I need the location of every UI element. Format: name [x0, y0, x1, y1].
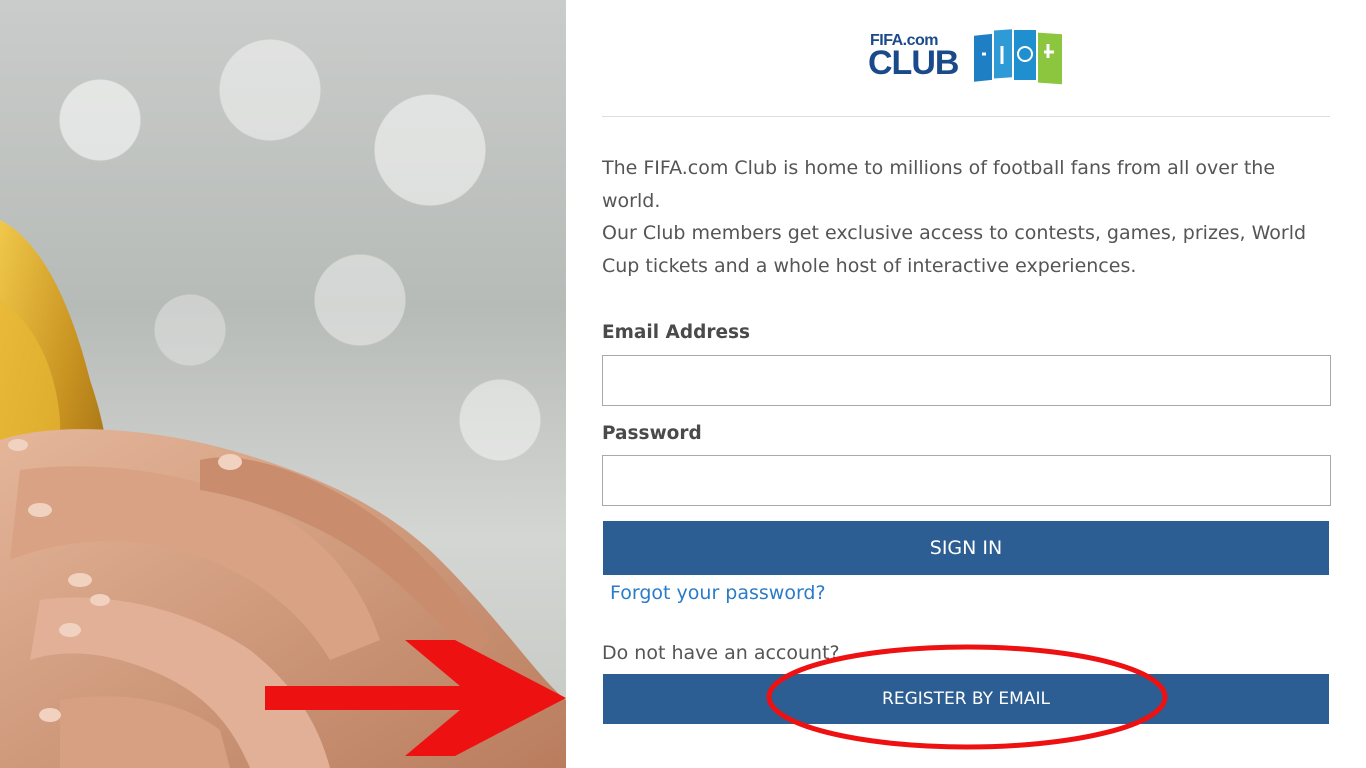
hero-trophy-image	[0, 0, 566, 768]
password-label: Password	[602, 423, 702, 444]
email-field[interactable]	[602, 355, 1331, 406]
sign-in-button[interactable]: SIGN IN	[603, 521, 1329, 575]
intro-text: The FIFA.com Club is home to millions of…	[602, 152, 1332, 282]
logo-club-text: CLUB	[868, 44, 959, 82]
register-by-email-button[interactable]: REGISTER BY EMAIL	[603, 674, 1329, 724]
password-field[interactable]	[602, 455, 1331, 506]
club-logo-mark-icon	[974, 29, 1062, 85]
email-label: Email Address	[602, 322, 751, 343]
intro-line-1: The FIFA.com Club is home to millions of…	[602, 157, 1276, 212]
fifa-club-logo[interactable]: FIFA.com CLUB	[868, 26, 1068, 88]
trophy-hands-illustration	[0, 220, 566, 768]
forgot-password-link[interactable]: Forgot your password?	[610, 582, 826, 604]
no-account-text: Do not have an account?	[602, 642, 840, 664]
intro-line-2: Our Club members get exclusive access to…	[602, 222, 1307, 277]
header-divider	[602, 116, 1330, 117]
login-page: FIFA.com CLUB The FIFA.com Club is home …	[0, 0, 1366, 768]
